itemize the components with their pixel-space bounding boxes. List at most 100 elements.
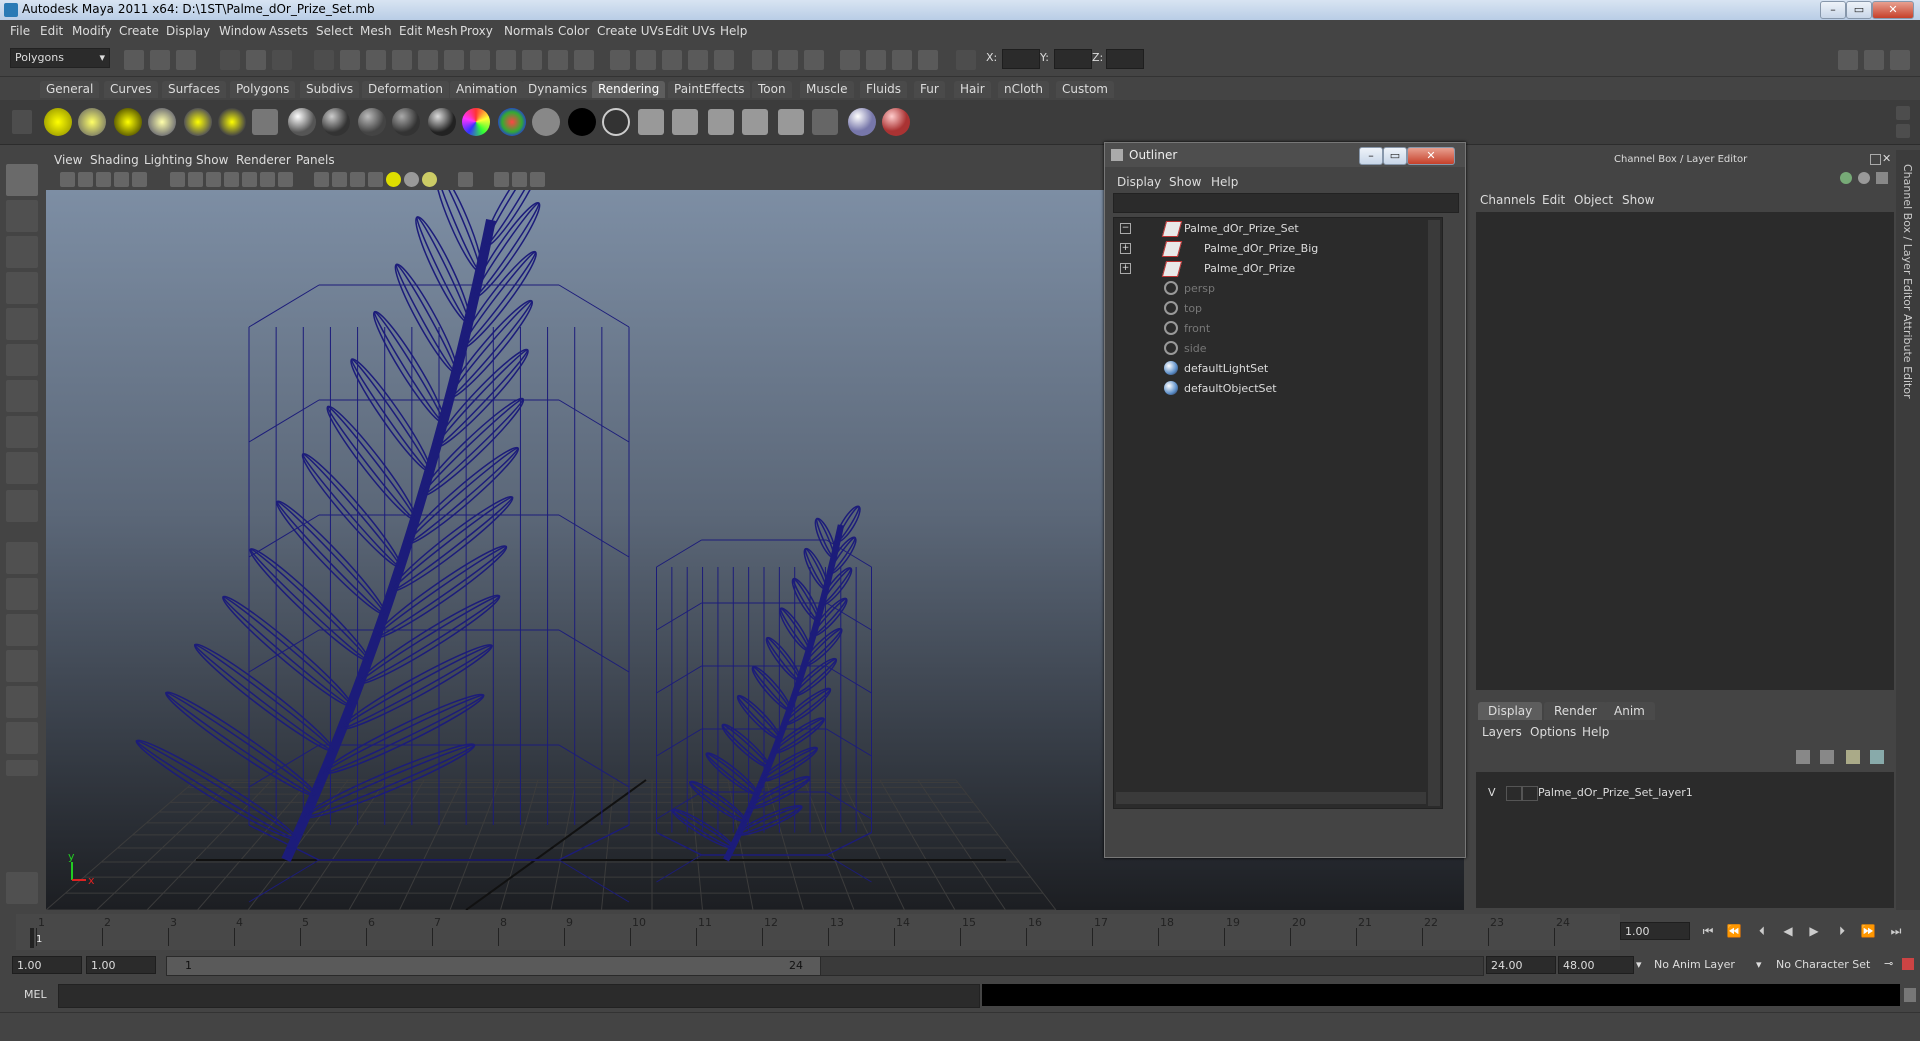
menu-select[interactable]: Select	[316, 24, 353, 38]
snap-point-icon[interactable]	[662, 50, 682, 70]
shelf-scroll-down-icon[interactable]	[1896, 124, 1910, 138]
new-scene-icon[interactable]	[124, 50, 144, 70]
menu-modify[interactable]: Modify	[72, 24, 112, 38]
menu-create-uvs[interactable]: Create UVs	[597, 24, 664, 38]
render-settings-icon[interactable]	[892, 50, 912, 70]
select-hierarchy-icon[interactable]	[220, 50, 240, 70]
shelf-tab-subdivs[interactable]: Subdivs	[300, 81, 360, 98]
select-camera-icon[interactable]	[60, 172, 75, 187]
command-language-toggle[interactable]: MEL	[24, 988, 47, 1001]
layer-menu-options[interactable]: Options	[1530, 725, 1576, 739]
camera-attributes-icon[interactable]	[78, 172, 93, 187]
menu-display[interactable]: Display	[166, 24, 210, 38]
outliner-item-expander[interactable]: +	[1120, 243, 1131, 254]
phong-material-icon[interactable]	[322, 108, 350, 136]
highlight-selection-icon[interactable]	[574, 50, 594, 70]
snap-grid-icon[interactable]	[610, 50, 630, 70]
shelf-tab-toon[interactable]: Toon	[752, 81, 792, 98]
play-forwards-icon[interactable]: ▶	[1806, 924, 1822, 938]
shelf-tab-ncloth[interactable]: nCloth	[998, 81, 1049, 98]
layer-tab-render[interactable]: Render	[1544, 702, 1607, 720]
menu-file[interactable]: File	[10, 24, 30, 38]
wireframe-toggle-icon[interactable]	[314, 172, 329, 187]
range-slider-track[interactable]	[820, 956, 1484, 976]
select-component-icon[interactable]	[272, 50, 292, 70]
step-forward-key-icon[interactable]: ⏵	[1834, 924, 1850, 938]
select-rendering-icon[interactable]	[496, 50, 516, 70]
outliner-item-default-object-set[interactable]: defaultObjectSet	[1114, 380, 1424, 398]
four-view-layout-icon[interactable]	[6, 578, 38, 610]
menu-set-selector[interactable]: Polygons ▾	[10, 48, 110, 68]
shelf-tab-rendering[interactable]: Rendering	[592, 81, 666, 98]
script-editor-icon[interactable]	[1904, 988, 1916, 1002]
select-deformations-icon[interactable]	[444, 50, 464, 70]
xray-icon[interactable]	[368, 172, 383, 187]
high-quality-icon[interactable]	[494, 172, 509, 187]
grid-toggle-icon[interactable]	[170, 172, 185, 187]
shelf-tab-deformation[interactable]: Deformation	[362, 81, 449, 98]
outliner-item-top[interactable]: top	[1114, 300, 1424, 318]
shelf-tab-curves[interactable]: Curves	[104, 81, 158, 98]
isolate-select-icon[interactable]	[458, 172, 473, 187]
use-background-icon[interactable]	[568, 108, 596, 136]
snap-view-plane-icon[interactable]	[688, 50, 708, 70]
phonge-material-icon[interactable]	[358, 108, 386, 136]
snap-curve-icon[interactable]	[636, 50, 656, 70]
layer-tab-display[interactable]: Display	[1478, 702, 1543, 720]
shelf-tab-painteffects[interactable]: PaintEffects	[668, 81, 751, 98]
outliner-item-persp[interactable]: persp	[1114, 280, 1424, 298]
persp-graph-hypergraph-layout-icon[interactable]	[6, 722, 38, 754]
gate-mask-icon[interactable]	[224, 172, 239, 187]
scale-tool-icon[interactable]	[6, 344, 38, 376]
shelf-tab-fluids[interactable]: Fluids	[860, 81, 908, 98]
multisample-icon[interactable]	[512, 172, 527, 187]
rotate-tool-icon[interactable]	[6, 308, 38, 340]
channel-box-close-icon[interactable]: ✕	[1882, 152, 1891, 165]
step-back-key-icon[interactable]: ⏴	[1754, 924, 1770, 938]
shelf-tab-animation[interactable]: Animation	[450, 81, 524, 98]
layer-menu-layers[interactable]: Layers	[1482, 725, 1522, 739]
menu-assets[interactable]: Assets	[269, 24, 308, 38]
select-misc-icon[interactable]	[522, 50, 542, 70]
resolution-gate-icon[interactable]	[206, 172, 221, 187]
play-backwards-icon[interactable]: ◀	[1780, 924, 1796, 938]
channel-menu-object[interactable]: Object	[1574, 193, 1613, 207]
select-object-icon[interactable]	[246, 50, 266, 70]
layer-playback-toggle[interactable]	[1506, 786, 1522, 801]
layer-move-down-icon[interactable]	[1870, 750, 1884, 764]
construction-history-icon[interactable]	[804, 50, 824, 70]
shading-group-icon[interactable]	[848, 108, 876, 136]
mental-ray-icon[interactable]	[6, 872, 38, 904]
shelf-tab-general[interactable]: General	[40, 81, 100, 98]
ipr-shelf-icon[interactable]	[742, 109, 768, 135]
select-dynamics-icon[interactable]	[470, 50, 490, 70]
film-gate-icon[interactable]	[188, 172, 203, 187]
ipr-render-icon[interactable]	[866, 50, 886, 70]
select-tool-icon[interactable]	[6, 164, 38, 196]
layer-menu-help[interactable]: Help	[1582, 725, 1609, 739]
outliner-item-default-light-set[interactable]: defaultLightSet	[1114, 360, 1424, 378]
menu-normals[interactable]: Normals	[504, 24, 554, 38]
outliner-item-expander[interactable]: −	[1120, 223, 1131, 234]
channel-box-pin-icon[interactable]	[1876, 172, 1888, 184]
shelf-tab-polygons[interactable]: Polygons	[230, 81, 296, 98]
key-icon[interactable]: ⊸	[1884, 957, 1893, 970]
playback-end-field[interactable]: 24.00	[1486, 956, 1556, 974]
outliner-item-palme-big[interactable]: + Palme_dOr_Prize_Big	[1114, 240, 1424, 258]
blinn-material-icon[interactable]	[288, 108, 316, 136]
step-forward-frame-icon[interactable]: ⏩	[1860, 924, 1876, 938]
field-chart-icon[interactable]	[242, 172, 257, 187]
image-plane-icon[interactable]	[114, 172, 129, 187]
output-ops-icon[interactable]	[778, 50, 798, 70]
lock-selection-icon[interactable]	[548, 50, 568, 70]
close-button[interactable]: ✕	[1872, 1, 1914, 19]
anim-layer-selector[interactable]: No Anim Layer	[1650, 956, 1750, 974]
select-joints-icon[interactable]	[366, 50, 386, 70]
new-layer-selected-icon[interactable]	[1820, 750, 1834, 764]
layer-move-up-icon[interactable]	[1846, 750, 1860, 764]
go-to-end-icon[interactable]: ⏭	[1888, 924, 1904, 938]
hypershade-layout-icon[interactable]	[6, 686, 38, 718]
animation-start-field[interactable]: 1.00	[12, 956, 82, 974]
step-back-frame-icon[interactable]: ⏪	[1726, 924, 1742, 938]
layer-list[interactable]: V Palme_dOr_Prize_Set_layer1	[1476, 772, 1894, 908]
